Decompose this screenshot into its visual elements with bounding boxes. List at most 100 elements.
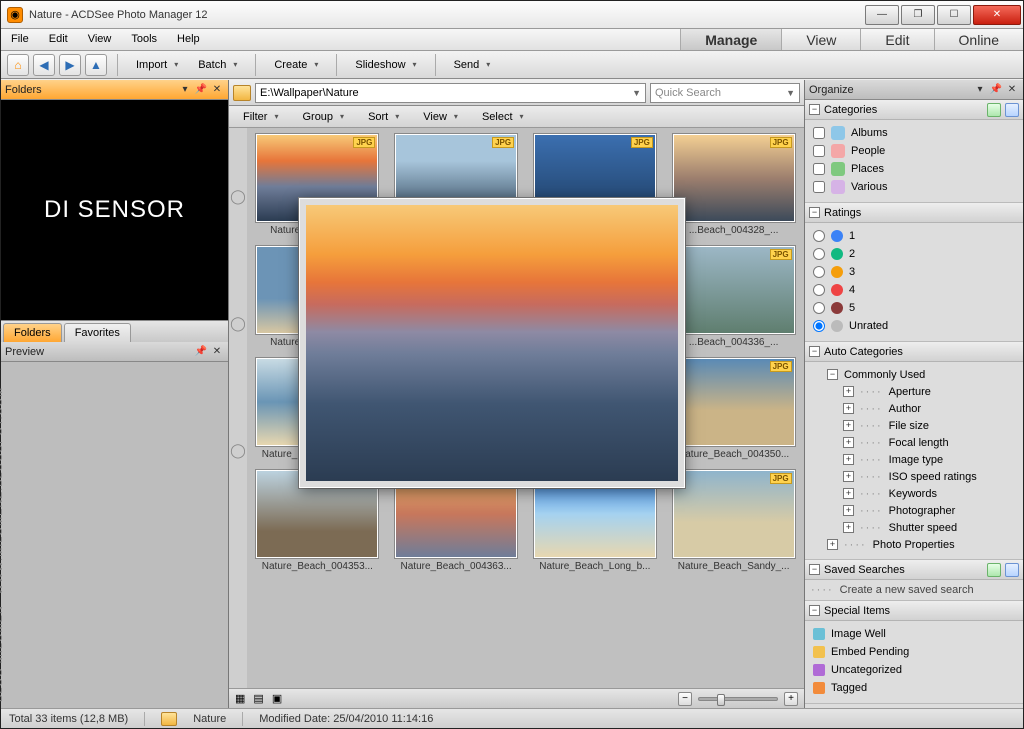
thumbnail-image[interactable]: JPG [673, 134, 795, 222]
zoom-in-button[interactable]: + [784, 692, 798, 706]
minimize-button[interactable]: — [865, 5, 899, 25]
preview-close-icon[interactable]: ✕ [210, 345, 224, 359]
tag-icon[interactable]: ◯ [230, 442, 246, 459]
node-iso[interactable]: +····ISO speed ratings [813, 468, 1017, 485]
close-button[interactable]: ✕ [973, 5, 1021, 25]
collapse-icon[interactable]: − [809, 564, 820, 575]
tag-icon[interactable]: ◯ [230, 188, 246, 205]
group-button[interactable]: Group [294, 106, 352, 128]
node-author[interactable]: +····Author [813, 400, 1017, 417]
send-button[interactable]: Send [446, 54, 499, 76]
chevron-down-icon[interactable]: ▼ [632, 88, 641, 98]
menu-help[interactable]: Help [167, 29, 210, 50]
node-aperture[interactable]: +····Aperture [813, 383, 1017, 400]
up-button[interactable]: ▲ [85, 54, 107, 76]
node-imagetype[interactable]: +····Image type [813, 451, 1017, 468]
maximize-button[interactable]: ☐ [937, 5, 971, 25]
view-button[interactable]: View [415, 106, 466, 128]
mode-edit[interactable]: Edit [860, 29, 933, 50]
folders-menu-icon[interactable]: ▾ [178, 83, 192, 97]
rating-4[interactable]: 4 [813, 281, 1017, 299]
thumbnail-cell[interactable]: JPGNature_Beach_Sandy_... [669, 470, 798, 572]
zoom-knob[interactable] [717, 694, 725, 706]
menu-file[interactable]: File [1, 29, 39, 50]
import-button[interactable]: Import [128, 54, 186, 76]
thumbnail-cell[interactable]: JPG...Beach_004328_... [669, 134, 798, 236]
back-button[interactable]: ◀ [33, 54, 55, 76]
rating-2[interactable]: 2 [813, 245, 1017, 263]
category-albums[interactable]: Albums [813, 124, 1017, 142]
collapse-icon[interactable]: − [809, 207, 820, 218]
footer-tool-icon[interactable]: ▤ [253, 692, 263, 705]
tag-icon[interactable]: ◯ [230, 315, 246, 332]
sort-button[interactable]: Sort [360, 106, 407, 128]
rating-3[interactable]: 3 [813, 263, 1017, 281]
rating-1[interactable]: 1 [813, 227, 1017, 245]
menu-tools[interactable]: Tools [121, 29, 167, 50]
footer-tool-icon[interactable]: ▦ [235, 692, 245, 705]
search-input[interactable]: Quick Search ▼ [650, 83, 800, 103]
restore-button[interactable]: ❐ [901, 5, 935, 25]
node-shutter[interactable]: +····Shutter speed [813, 519, 1017, 536]
folders-pin-icon[interactable]: 📌 [194, 83, 208, 97]
zoom-out-button[interactable]: − [678, 692, 692, 706]
tab-folders[interactable]: Folders [3, 323, 62, 342]
thumbnail-image[interactable]: JPG [673, 470, 795, 558]
node-focal[interactable]: +····Focal length [813, 434, 1017, 451]
forward-button[interactable]: ▶ [59, 54, 81, 76]
create-saved-search[interactable]: ····Create a new saved search [805, 580, 1023, 600]
mode-manage[interactable]: Manage [680, 29, 781, 50]
chevron-down-icon[interactable]: ▼ [786, 88, 795, 98]
categories-header[interactable]: − Categories [805, 100, 1023, 120]
rating-5[interactable]: 5 [813, 299, 1017, 317]
node-commonly-used[interactable]: −Commonly Used [813, 366, 1017, 383]
add-icon[interactable] [1005, 563, 1019, 577]
tab-favorites[interactable]: Favorites [64, 323, 131, 342]
folders-close-icon[interactable]: ✕ [210, 83, 224, 97]
create-button[interactable]: Create [266, 54, 326, 76]
thumbnail-image[interactable]: JPG [673, 358, 795, 446]
collapse-icon[interactable]: − [809, 346, 820, 357]
mode-view[interactable]: View [781, 29, 860, 50]
organize-pin-icon[interactable]: 📌 [989, 83, 1003, 97]
menu-view[interactable]: View [78, 29, 122, 50]
address-bar[interactable]: E:\Wallpaper\Nature ▼ [255, 83, 646, 103]
special-uncategorized[interactable]: Uncategorized [813, 661, 1017, 679]
special-image-well[interactable]: Image Well [813, 625, 1017, 643]
category-various[interactable]: Various [813, 178, 1017, 196]
select-button[interactable]: Select [474, 106, 532, 128]
collapse-icon[interactable]: − [809, 104, 820, 115]
node-filesize[interactable]: +····File size [813, 417, 1017, 434]
batch-button[interactable]: Batch [190, 54, 245, 76]
special-tagged[interactable]: Tagged [813, 679, 1017, 697]
tool-icon[interactable] [987, 103, 1001, 117]
thumbnail-cell[interactable]: JPGNature_Beach_004350... [669, 358, 798, 460]
category-people[interactable]: People [813, 142, 1017, 160]
organize-title: Organize [809, 84, 854, 96]
slideshow-button[interactable]: Slideshow [347, 54, 424, 76]
thumbnail-image[interactable]: JPG [673, 246, 795, 334]
home-button[interactable]: ⌂ [7, 54, 29, 76]
add-icon[interactable] [1005, 103, 1019, 117]
preview-pin-icon[interactable]: 📌 [194, 345, 208, 359]
mode-online[interactable]: Online [934, 29, 1023, 50]
rating-unrated[interactable]: Unrated [813, 317, 1017, 335]
menu-edit[interactable]: Edit [39, 29, 78, 50]
autocat-header[interactable]: − Auto Categories [805, 342, 1023, 362]
collapse-icon[interactable]: − [809, 605, 820, 616]
zoom-slider[interactable] [698, 697, 778, 701]
footer-tool-icon[interactable]: ▣ [272, 692, 282, 705]
saved-header[interactable]: − Saved Searches [805, 560, 1023, 580]
ratings-header[interactable]: − Ratings [805, 203, 1023, 223]
organize-close-icon[interactable]: ✕ [1005, 83, 1019, 97]
organize-menu-icon[interactable]: ▾ [973, 83, 987, 97]
tool-icon[interactable] [987, 563, 1001, 577]
node-photographer[interactable]: +····Photographer [813, 502, 1017, 519]
node-photo-properties[interactable]: +····Photo Properties [813, 536, 1017, 553]
special-embed-pending[interactable]: Embed Pending [813, 643, 1017, 661]
special-header[interactable]: − Special Items [805, 601, 1023, 621]
thumbnail-cell[interactable]: JPG...Beach_004336_... [669, 246, 798, 348]
category-places[interactable]: Places [813, 160, 1017, 178]
node-keywords[interactable]: +····Keywords [813, 485, 1017, 502]
filter-button[interactable]: Filter [235, 106, 286, 128]
